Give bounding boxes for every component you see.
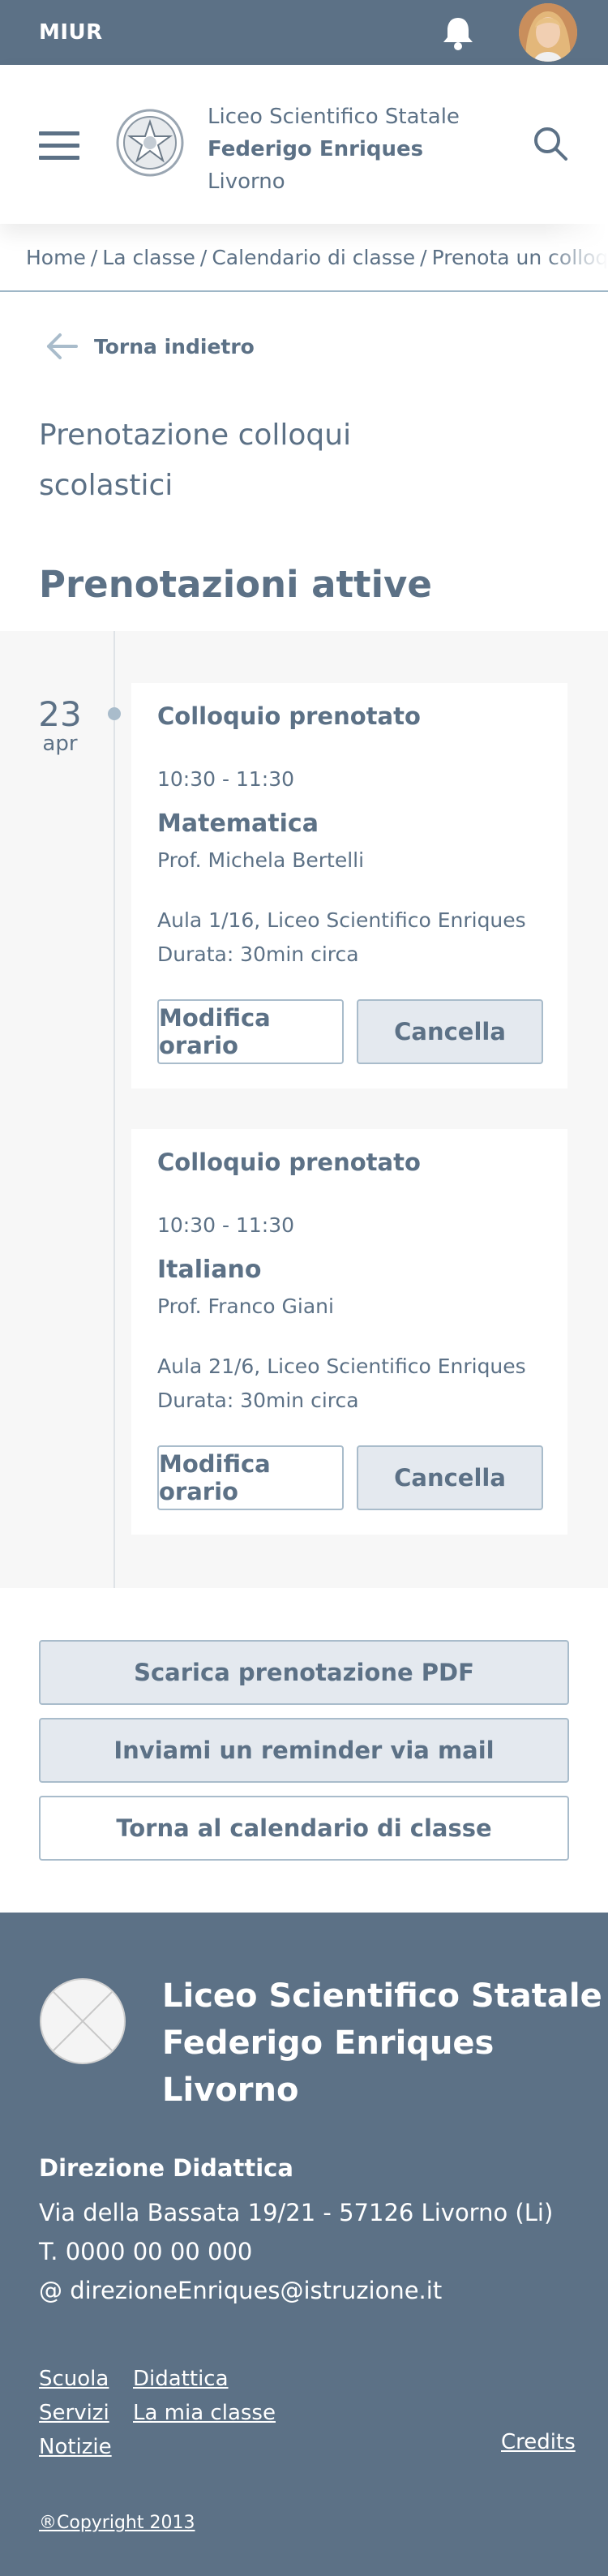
school-name-line2: Federigo Enriques <box>208 137 424 161</box>
footer-address: Via della Bassata 19/21 - 57126 Livorno … <box>39 2199 554 2226</box>
timeline-dot <box>108 707 121 720</box>
timeline-line <box>113 631 115 1588</box>
footer-link-servizi[interactable]: Servizi <box>39 2396 109 2430</box>
edit-time-button[interactable]: Modifica orario <box>157 1445 344 1510</box>
booking-time: 10:30 - 11:30 <box>157 767 295 791</box>
booking-timeline: 23 apr Colloquio prenotato 10:30 - 11:30… <box>0 631 608 1588</box>
download-pdf-button[interactable]: Scarica prenotazione PDF <box>39 1640 569 1705</box>
site-header: Liceo Scientifico Statale Federigo Enriq… <box>0 65 608 224</box>
footer-email[interactable]: @ direzioneEnriques@istruzione.it <box>39 2271 553 2310</box>
page-title-line2: scolastici <box>39 469 173 502</box>
back-link-label: Torna indietro <box>94 334 255 358</box>
footer-link-notizie[interactable]: Notizie <box>39 2430 112 2464</box>
send-reminder-button[interactable]: Inviami un reminder via mail <box>39 1718 569 1783</box>
footer-name-line2: Federigo Enriques <box>162 2024 495 2062</box>
booking-subject: Italiano <box>157 1256 262 1284</box>
bell-icon[interactable] <box>438 13 478 54</box>
footer-school-name: Liceo Scientifico Statale Federigo Enriq… <box>162 1973 602 2114</box>
section-title: Prenotazioni attive <box>39 563 432 606</box>
booking-duration: Durata: 30min circa <box>157 1389 359 1412</box>
cancel-button[interactable]: Cancella <box>357 1445 543 1510</box>
footer-link-didattica[interactable]: Didattica <box>133 2362 229 2396</box>
booking-teacher: Prof. Franco Giani <box>157 1294 334 1318</box>
timeline-month: apr <box>42 732 78 756</box>
breadcrumb-calendario[interactable]: Calendario di classe <box>212 246 415 269</box>
top-bar: MIUR <box>0 0 608 65</box>
brand-label[interactable]: MIUR <box>39 20 103 45</box>
arrow-left-icon <box>47 333 78 359</box>
booking-duration: Durata: 30min circa <box>157 942 359 966</box>
footer-contacts: Via della Bassata 19/21 - 57126 Livorno … <box>39 2193 553 2310</box>
school-name-line3: Livorno <box>208 170 285 194</box>
breadcrumb-la-classe[interactable]: La classe <box>102 246 195 269</box>
page-title-line1: Prenotazione colloqui <box>39 419 352 452</box>
footer-links-col1: Scuola Servizi Notizie <box>39 2362 112 2464</box>
booking-card: Colloquio prenotato 10:30 - 11:30 Italia… <box>131 1129 567 1535</box>
footer-link-la-mia-classe[interactable]: La mia classe <box>133 2396 276 2430</box>
footer-links-col2: Didattica La mia classe <box>133 2362 276 2430</box>
footer-copyright[interactable]: ®Copyright 2013 <box>39 2513 195 2533</box>
booking-room: Aula 1/16, Liceo Scientifico Enriques <box>157 908 526 932</box>
edit-time-button[interactable]: Modifica orario <box>157 999 344 1064</box>
booking-time: 10:30 - 11:30 <box>157 1213 295 1237</box>
booking-card: Colloquio prenotato 10:30 - 11:30 Matema… <box>131 683 567 1088</box>
booking-status: Colloquio prenotato <box>157 1148 421 1176</box>
direction-title: Direzione Didattica <box>39 2154 293 2182</box>
footer-name-line1: Liceo Scientifico Statale <box>162 1977 602 2015</box>
site-footer: Liceo Scientifico Statale Federigo Enriq… <box>0 1913 608 2576</box>
timeline-day: 23 <box>38 694 82 734</box>
booking-subject: Matematica <box>157 809 319 838</box>
breadcrumb-separator: / <box>420 245 427 269</box>
hamburger-icon[interactable] <box>39 131 79 164</box>
search-icon[interactable] <box>532 125 569 162</box>
breadcrumb-separator: / <box>199 245 208 269</box>
footer-credits-link[interactable]: Credits <box>501 2430 576 2454</box>
breadcrumb-separator: / <box>90 245 98 269</box>
footer-link-scuola[interactable]: Scuola <box>39 2362 109 2396</box>
breadcrumb-home[interactable]: Home <box>26 246 86 269</box>
school-name: Liceo Scientifico Statale Federigo Enriq… <box>208 101 460 198</box>
emblem-logo <box>116 109 184 177</box>
breadcrumb: Home / La classe / Calendario di classe … <box>0 224 608 292</box>
back-link[interactable]: Torna indietro <box>45 333 255 360</box>
back-to-calendar-button[interactable]: Torna al calendario di classe <box>39 1796 569 1861</box>
page-title: Prenotazione colloqui scolastici <box>39 410 351 511</box>
user-avatar[interactable] <box>519 3 577 62</box>
footer-phone[interactable]: T. 0000 00 00 000 <box>39 2232 553 2271</box>
cancel-button[interactable]: Cancella <box>357 999 543 1064</box>
booking-status: Colloquio prenotato <box>157 702 421 730</box>
logo-placeholder-icon <box>40 1978 126 2064</box>
booking-teacher: Prof. Michela Bertelli <box>157 848 365 872</box>
school-name-line1: Liceo Scientifico Statale <box>208 105 460 129</box>
footer-name-line3: Livorno <box>162 2072 299 2109</box>
booking-room: Aula 21/6, Liceo Scientifico Enriques <box>157 1355 526 1378</box>
breadcrumb-prenota[interactable]: Prenota un colloquio <box>432 246 608 269</box>
